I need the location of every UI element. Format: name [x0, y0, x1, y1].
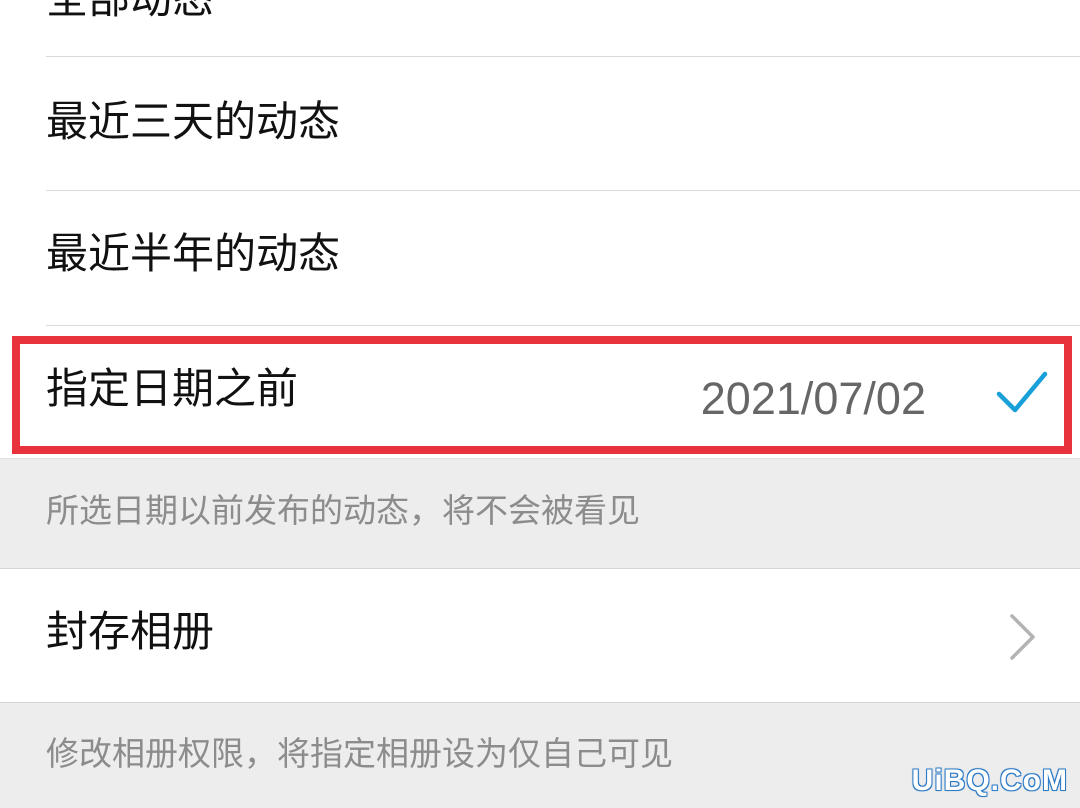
album-group: 封存相册: [0, 569, 1080, 702]
option-row-all[interactable]: 全部动态: [0, 0, 1080, 56]
option-label-last-three-days: 最近三天的动态: [46, 97, 341, 146]
option-row-last-half-year[interactable]: 最近半年的动态: [0, 191, 1080, 325]
option-label-all: 全部动态: [46, 0, 214, 20]
group-bottom-border: [0, 458, 1080, 459]
option-label-before-date: 指定日期之前: [46, 364, 299, 413]
group-bottom-border: [0, 702, 1080, 703]
album-hint-text: 修改相册权限，将指定相册设为仅自己可见: [46, 734, 673, 773]
checkmark-icon: [996, 371, 1048, 413]
option-row-last-three-days[interactable]: 最近三天的动态: [0, 57, 1080, 190]
selected-date-value[interactable]: 2021/07/02: [701, 376, 926, 421]
watermark-logo: UiBQ.CoM: [911, 764, 1068, 797]
option-row-before-date[interactable]: 指定日期之前 2021/07/02: [0, 326, 1080, 458]
option-label-last-half-year: 最近半年的动态: [46, 229, 341, 278]
album-row[interactable]: 封存相册: [0, 569, 1080, 702]
chevron-right-icon: [1010, 614, 1035, 660]
date-hint-text: 所选日期以前发布的动态，将不会被看见: [46, 491, 640, 530]
visibility-options-group: 全部动态 最近三天的动态 最近半年的动态 指定日期之前 2021/07/02: [0, 0, 1080, 458]
album-label: 封存相册: [46, 607, 215, 656]
